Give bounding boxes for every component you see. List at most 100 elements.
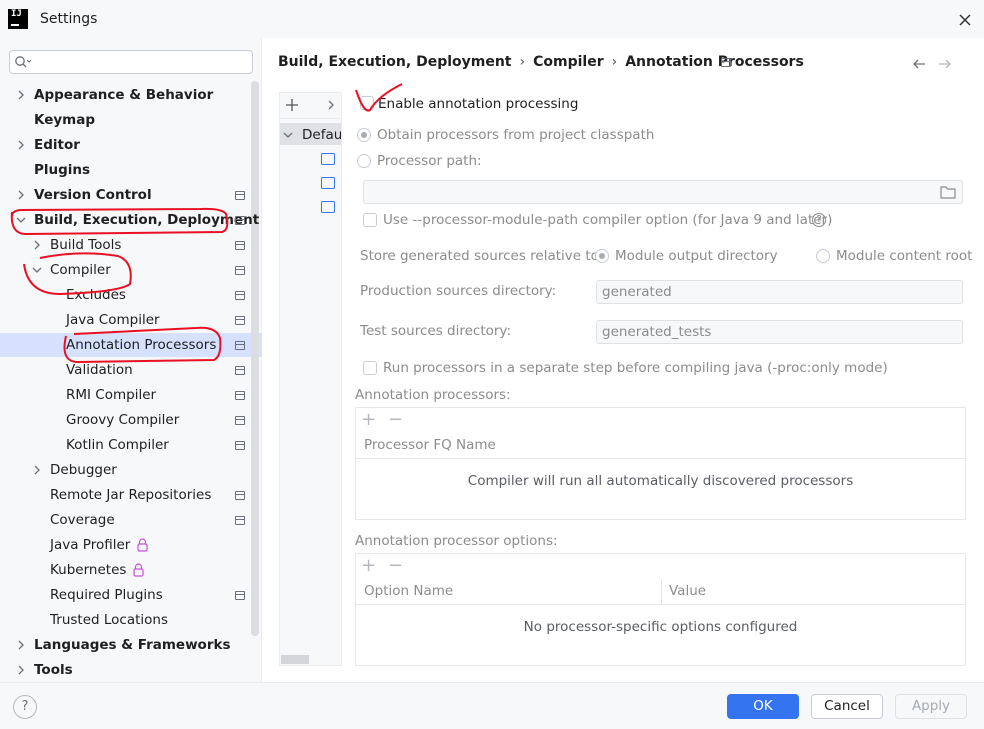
sidebar-item-java-compiler[interactable]: Java Compiler: [66, 308, 160, 333]
module-output-label[interactable]: Module output directory: [615, 248, 778, 264]
remove-icon[interactable]: −: [388, 411, 403, 429]
chevron-right-icon[interactable]: [32, 240, 42, 250]
enable-annotation-processing-label[interactable]: Enable annotation processing: [378, 96, 578, 112]
sidebar-item-trusted-locations[interactable]: Trusted Locations: [50, 608, 168, 633]
help-button[interactable]: ?: [13, 695, 37, 719]
add-icon[interactable]: [284, 97, 300, 113]
add-icon[interactable]: +: [361, 411, 376, 429]
chevron-right-icon[interactable]: [16, 190, 26, 200]
sidebar-item-validation[interactable]: Validation: [66, 358, 133, 383]
sidebar-item-keymap[interactable]: Keymap: [34, 108, 95, 133]
breadcrumb-separator-icon: ›: [611, 54, 618, 70]
project-settings-icon: [235, 441, 245, 450]
sidebar-item-remote-jar-repositories[interactable]: Remote Jar Repositories: [50, 483, 211, 508]
sidebar-scrollbar[interactable]: [251, 81, 259, 636]
project-settings-icon: [235, 191, 245, 200]
project-settings-icon: [235, 391, 245, 400]
chevron-down-icon[interactable]: [32, 265, 42, 275]
sidebar-item-excludes[interactable]: Excludes: [66, 283, 126, 308]
sidebar-item-appearance[interactable]: Appearance & Behavior: [34, 83, 213, 108]
breadcrumb-item[interactable]: Build, Execution, Deployment: [278, 54, 512, 70]
close-icon[interactable]: [954, 9, 976, 31]
project-settings-icon: [721, 58, 731, 67]
chevron-right-icon[interactable]: [16, 140, 26, 150]
sidebar-item-compiler[interactable]: Compiler: [50, 258, 111, 283]
separate-step-checkbox[interactable]: [363, 361, 377, 375]
sidebar-item-build-execution-deployment[interactable]: Build, Execution, Deployment: [34, 208, 259, 233]
column-header-processor-fq-name[interactable]: Processor FQ Name: [364, 437, 496, 453]
remove-icon[interactable]: −: [388, 557, 403, 575]
module-output-radio[interactable]: [595, 249, 609, 263]
sidebar-item-kotlin-compiler[interactable]: Kotlin Compiler: [66, 433, 169, 458]
sidebar-item-kubernetes[interactable]: Kubernetes: [50, 558, 126, 583]
column-header-option-name[interactable]: Option Name: [364, 583, 453, 599]
module-icon[interactable]: [321, 153, 335, 165]
processor-path-radio[interactable]: [357, 154, 371, 168]
project-settings-icon: [235, 491, 245, 500]
sidebar-item-debugger[interactable]: Debugger: [50, 458, 117, 483]
module-path-label[interactable]: Use --processor-module-path compiler opt…: [383, 212, 832, 228]
sidebar-item-rmi-compiler[interactable]: RMI Compiler: [66, 383, 156, 408]
apply-button[interactable]: Apply: [895, 694, 967, 719]
project-settings-icon: [235, 316, 245, 325]
sidebar-item-build-tools[interactable]: Build Tools: [50, 233, 121, 258]
chevron-right-icon[interactable]: [16, 665, 26, 675]
sidebar-item-groovy-compiler[interactable]: Groovy Compiler: [66, 408, 179, 433]
ok-button[interactable]: OK: [727, 694, 799, 719]
module-icon[interactable]: [321, 201, 335, 213]
project-settings-icon: [235, 366, 245, 375]
test-dir-label: Test sources directory:: [360, 323, 511, 339]
obtain-classpath-label[interactable]: Obtain processors from project classpath: [377, 127, 654, 143]
sidebar-item-tools[interactable]: Tools: [34, 658, 73, 683]
breadcrumb-item: Annotation Processors: [625, 54, 804, 70]
module-icon[interactable]: [321, 177, 335, 189]
separate-step-label[interactable]: Run processors in a separate step before…: [383, 360, 888, 376]
project-settings-icon: [235, 516, 245, 525]
column-header-value[interactable]: Value: [669, 583, 706, 599]
options-empty-text: No processor-specific options configured: [523, 619, 798, 635]
back-arrow-icon[interactable]: [911, 57, 927, 71]
sidebar-item-java-profiler[interactable]: Java Profiler: [50, 533, 130, 558]
project-settings-icon: [235, 266, 245, 275]
folder-icon[interactable]: [940, 185, 956, 199]
sidebar-item-annotation-processors[interactable]: Annotation Processors: [66, 333, 216, 358]
profile-default-label[interactable]: Defaul: [302, 127, 341, 143]
chevron-right-icon[interactable]: [32, 465, 42, 475]
chevron-down-icon[interactable]: [283, 130, 293, 140]
chevron-right-icon[interactable]: [16, 90, 26, 100]
cancel-button[interactable]: Cancel: [811, 694, 883, 719]
test-dir-field[interactable]: generated_tests: [596, 320, 963, 344]
options-toolbar: [356, 554, 965, 580]
chevron-down-icon[interactable]: [16, 215, 26, 225]
profiles-scrollbar[interactable]: [281, 655, 309, 664]
add-icon[interactable]: +: [361, 557, 376, 575]
project-settings-icon: [235, 291, 245, 300]
chevron-right-icon[interactable]: [326, 100, 336, 110]
processors-toolbar: [356, 408, 965, 434]
breadcrumb-item[interactable]: Compiler: [533, 54, 604, 70]
module-path-checkbox[interactable]: [363, 213, 377, 227]
forward-arrow-icon[interactable]: [937, 57, 953, 71]
obtain-classpath-radio[interactable]: [357, 128, 371, 142]
sidebar-item-editor[interactable]: Editor: [34, 133, 80, 158]
help-icon[interactable]: ?: [812, 213, 826, 227]
sidebar-item-version-control[interactable]: Version Control: [34, 183, 152, 208]
sidebar-item-languages-frameworks[interactable]: Languages & Frameworks: [34, 633, 231, 658]
title-bar: [0, 0, 984, 38]
sidebar-item-required-plugins[interactable]: Required Plugins: [50, 583, 163, 608]
processor-path-field[interactable]: [363, 180, 963, 204]
search-input[interactable]: [9, 50, 253, 74]
sidebar-item-coverage[interactable]: Coverage: [50, 508, 115, 533]
sidebar-item-plugins[interactable]: Plugins: [34, 158, 90, 183]
chevron-right-icon[interactable]: [16, 640, 26, 650]
module-content-label[interactable]: Module content root: [836, 248, 972, 264]
processors-empty-text: Compiler will run all automatically disc…: [467, 473, 854, 489]
column-divider: [661, 579, 662, 605]
module-content-radio[interactable]: [816, 249, 830, 263]
enable-annotation-processing-checkbox[interactable]: [360, 96, 374, 110]
production-dir-field[interactable]: generated: [596, 280, 963, 304]
processor-path-label[interactable]: Processor path:: [377, 153, 482, 169]
store-relative-label: Store generated sources relative to:: [360, 248, 604, 264]
project-settings-icon: [235, 341, 245, 350]
options-table-title: Annotation processor options:: [355, 533, 558, 549]
